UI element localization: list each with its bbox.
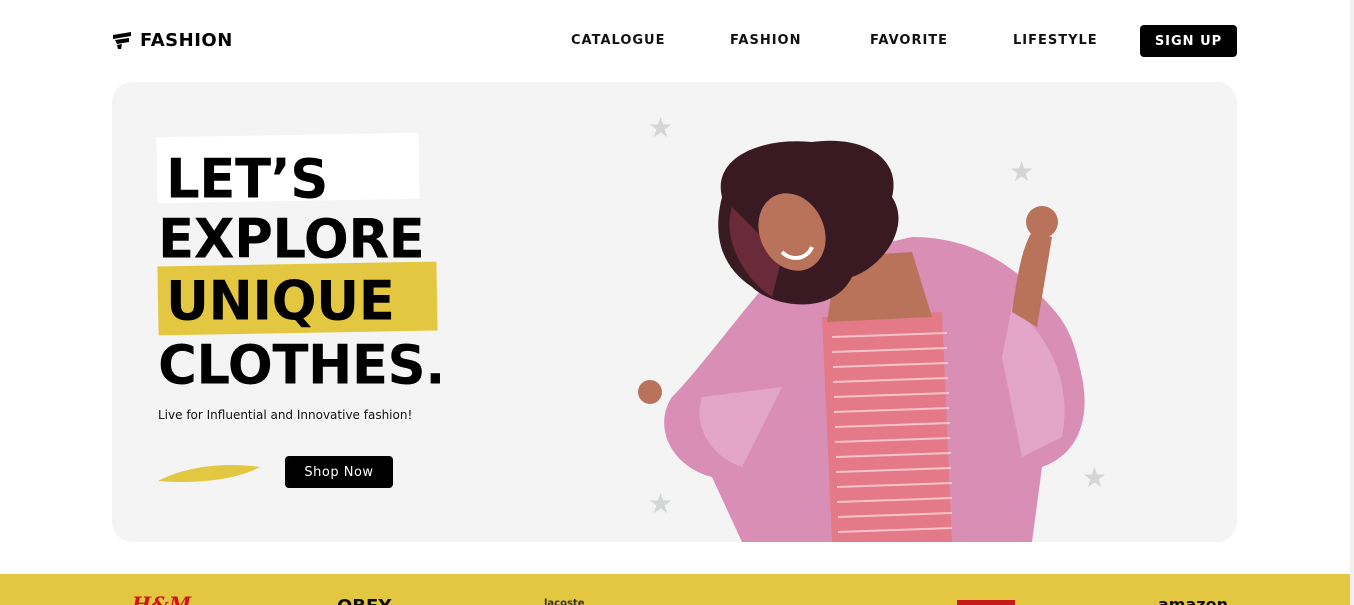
sign-up-button[interactable]: SIGN UP (1140, 25, 1237, 57)
nav-item-fashion[interactable]: FASHION (730, 33, 801, 48)
headline-line-1: LET’S (166, 148, 328, 211)
nav-item-catalogue[interactable]: CATALOGUE (571, 33, 666, 48)
shop-now-button[interactable]: Shop Now (285, 456, 393, 488)
yellow-swoosh-decoration (158, 464, 260, 482)
nav-item-lifestyle[interactable]: LIFESTYLE (1013, 33, 1098, 48)
headline-line-4: CLOTHES. (158, 334, 445, 397)
brand-logo-hm[interactable]: H&M (132, 592, 191, 605)
page-scrollbar[interactable] (1350, 0, 1354, 605)
brands-band: H&M OBEY lacoste amazon (0, 574, 1350, 605)
brand-logo-lacoste[interactable]: lacoste (544, 598, 585, 605)
brand-logo-levis[interactable] (957, 600, 1015, 605)
headline-line-2: EXPLORE (158, 208, 425, 271)
brand-logo-obey[interactable]: OBEY (337, 596, 391, 605)
hero-tagline: Live for Influential and Innovative fash… (158, 408, 413, 422)
hero-section: LET’S EXPLORE UNIQUE CLOTHES. Live for I… (112, 82, 1237, 542)
brand-logo-amazon[interactable]: amazon (1158, 595, 1228, 605)
headline-line-3: UNIQUE (166, 270, 395, 333)
hero-model-image (638, 140, 1085, 542)
nav-item-favorite[interactable]: FAVORITE (870, 33, 948, 48)
